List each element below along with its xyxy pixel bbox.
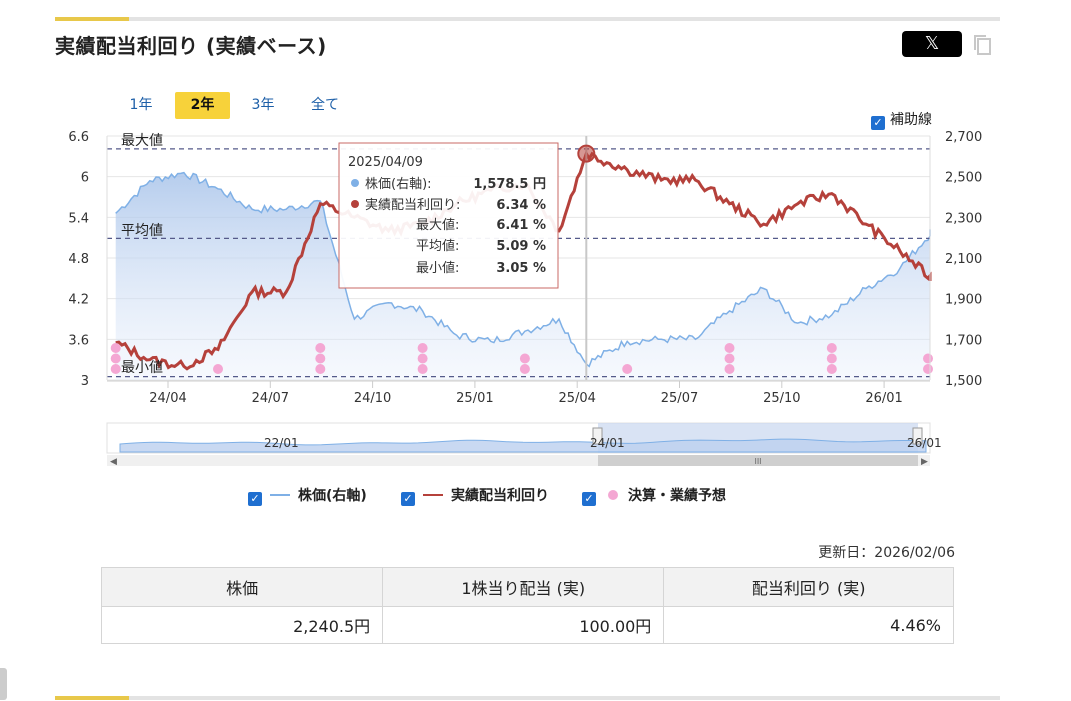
event-marker[interactable] <box>110 343 121 353</box>
navigator-label-2: 24/01 <box>590 436 625 450</box>
tooltip-min-label: 最小値: <box>416 260 459 276</box>
y-right-tick: 1,500 <box>945 374 982 389</box>
tooltip-avg-label: 平均値: <box>416 238 459 254</box>
bottom-divider <box>55 696 1000 700</box>
navigator-label-1: 22/01 <box>264 436 299 450</box>
checkbox-icon[interactable]: ✓ <box>248 492 262 506</box>
max-label: 最大値 <box>121 133 163 149</box>
summary-header-yield: 配当利回り (実) <box>663 567 954 607</box>
y-left-tick: 5.4 <box>68 211 89 226</box>
event-marker[interactable] <box>417 343 428 353</box>
y-left-tick: 3 <box>81 374 89 389</box>
event-marker[interactable] <box>315 364 326 374</box>
tooltip-max-label: 最大値: <box>416 217 459 233</box>
checkbox-icon[interactable]: ✓ <box>582 492 596 506</box>
event-marker[interactable] <box>724 353 735 364</box>
event-marker[interactable] <box>724 364 735 374</box>
bottom-divider-accent <box>55 696 129 700</box>
x-tick-label: 24/07 <box>252 391 289 406</box>
tooltip-yield-value: 6.34 % <box>496 198 546 213</box>
event-marker[interactable] <box>826 353 837 364</box>
navigator-label-3: 26/01 <box>907 436 942 450</box>
event-marker[interactable] <box>826 343 837 353</box>
scroll-right-icon[interactable]: ▶ <box>921 457 928 467</box>
event-marker[interactable] <box>923 353 933 364</box>
legend-price-label: 株価(右軸) <box>298 488 367 504</box>
y-right-tick: 2,500 <box>945 171 982 186</box>
x-tick-label: 26/01 <box>865 391 902 406</box>
scroll-grip-icon[interactable]: III <box>754 457 761 466</box>
y-right-tick: 1,900 <box>945 293 982 308</box>
event-marker[interactable] <box>315 353 326 364</box>
tooltip-min-value: 3.05 % <box>496 261 546 276</box>
hover-point <box>577 144 596 163</box>
side-tab <box>0 668 7 700</box>
y-right-tick: 2,100 <box>945 252 982 267</box>
avg-label: 平均値 <box>121 223 163 239</box>
tooltip: 2025/04/09 株価(右軸): 1,578.5 円 実績配当利回り: 6.… <box>338 142 559 289</box>
legend-price[interactable]: ✓ 株価(右軸) <box>248 486 367 506</box>
y-left-tick: 4.2 <box>68 293 89 308</box>
legend-events[interactable]: ✓ 決算・業績予想 <box>582 486 726 506</box>
legend-yield-label: 実績配当利回り <box>451 488 549 504</box>
x-tick-label: 25/07 <box>661 391 698 406</box>
tooltip-yield-label: 実績配当利回り: <box>365 197 460 213</box>
tooltip-max-value: 6.41 % <box>496 218 546 233</box>
summary-header-dividend: 1株当り配当 (実) <box>382 567 665 607</box>
y-right-tick: 1,700 <box>945 333 982 348</box>
summary-header-row: 株価 1株当り配当 (実) 配当利回り (実) <box>100 567 954 607</box>
event-marker[interactable] <box>110 353 121 364</box>
navigator[interactable]: 22/01 24/01 26/01 ◀ ▶ III <box>106 422 942 467</box>
event-marker[interactable] <box>417 364 428 374</box>
x-tick-label: 24/10 <box>354 391 391 406</box>
tooltip-price-dot <box>351 179 359 187</box>
x-tick-label: 25/01 <box>456 391 493 406</box>
event-marker[interactable] <box>724 343 735 353</box>
y-right-tick: 2,300 <box>945 211 982 226</box>
summary-value-yield: 4.46% <box>663 606 954 644</box>
y-left-tick: 6.6 <box>68 130 89 145</box>
y-left-tick: 3.6 <box>68 333 89 348</box>
summary-value-row: 2,240.5円 100.00円 4.46% <box>100 606 954 644</box>
checkbox-icon[interactable]: ✓ <box>401 492 415 506</box>
tooltip-date: 2025/04/09 <box>348 155 423 170</box>
event-marker[interactable] <box>826 364 837 374</box>
legend-yield-swatch <box>423 494 443 496</box>
event-marker[interactable] <box>417 353 428 364</box>
tooltip-price-value: 1,578.5 円 <box>473 177 546 192</box>
tooltip-avg-value: 5.09 % <box>496 239 546 254</box>
event-marker[interactable] <box>923 364 933 374</box>
legend-events-swatch <box>608 490 618 500</box>
scroll-left-icon[interactable]: ◀ <box>110 457 117 467</box>
summary-value-dividend: 100.00円 <box>382 606 665 644</box>
event-marker[interactable] <box>622 364 633 374</box>
updated-date: 更新日：2026/02/06 <box>818 545 955 561</box>
summary-table: 株価 1株当り配当 (実) 配当利回り (実) 2,240.5円 100.00円… <box>100 567 954 644</box>
event-marker[interactable] <box>519 364 530 374</box>
tooltip-yield-dot <box>351 200 359 208</box>
legend-price-swatch <box>270 494 290 496</box>
x-tick-label: 24/04 <box>149 391 186 406</box>
y-left-tick: 6 <box>81 171 89 186</box>
min-label: 最小値 <box>121 360 163 376</box>
event-marker[interactable] <box>213 364 224 374</box>
legend-events-label: 決算・業績予想 <box>628 488 726 504</box>
event-marker[interactable] <box>110 364 121 374</box>
x-tick-label: 25/10 <box>763 391 800 406</box>
x-tick-label: 25/04 <box>558 391 595 406</box>
y-left-tick: 4.8 <box>68 252 89 267</box>
legend-yield[interactable]: ✓ 実績配当利回り <box>401 486 549 506</box>
summary-header-price: 株価 <box>100 567 384 607</box>
yield-chart: 3 3.6 4.2 4.8 5.4 6 6.6 1,500 1,700 1,900 2,100 2,3… <box>68 130 982 467</box>
event-marker[interactable] <box>519 353 530 364</box>
event-marker[interactable] <box>315 343 326 353</box>
tooltip-price-label: 株価(右軸): <box>365 177 432 192</box>
y-right-tick: 2,700 <box>945 130 982 145</box>
summary-value-price: 2,240.5円 <box>100 606 384 644</box>
